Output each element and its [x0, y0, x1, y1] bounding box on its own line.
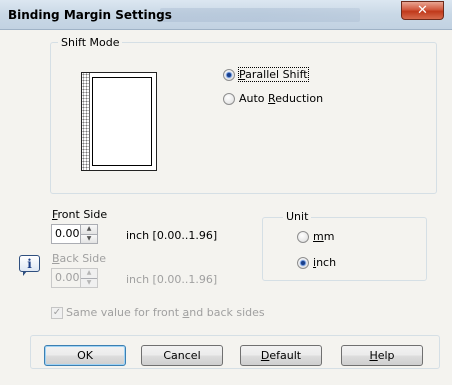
- same-value-checkbox: ✓ Same value for front and back sides: [51, 306, 265, 319]
- back-side-label: Back Side: [52, 252, 106, 265]
- title-bar: Binding Margin Settings ✕: [0, 0, 452, 30]
- radio-auto-reduction[interactable]: Auto Reduction: [223, 92, 323, 105]
- back-side-spinner: 0.00 ▲ ▼: [51, 268, 98, 288]
- default-button[interactable]: Default: [240, 345, 322, 366]
- radio-button-icon[interactable]: [223, 68, 235, 81]
- front-side-range: inch [0.00..1.96]: [126, 229, 218, 242]
- window-title: Binding Margin Settings: [8, 8, 172, 22]
- spin-up-icon: ▲: [81, 269, 97, 279]
- ok-button[interactable]: OK: [44, 345, 126, 366]
- front-side-spinner[interactable]: 0.00 ▲ ▼: [51, 224, 98, 244]
- background-window-ghost: [160, 8, 360, 22]
- back-side-spin-arrows: ▲ ▼: [81, 268, 98, 288]
- back-side-range: inch [0.00..1.96]: [126, 273, 218, 286]
- spin-down-icon: ▼: [81, 278, 97, 287]
- page-inner: [92, 77, 152, 166]
- spin-up-icon[interactable]: ▲: [81, 225, 97, 235]
- radio-parallel-shift-label: Parallel Shift: [238, 67, 309, 82]
- help-button[interactable]: Help: [341, 345, 423, 366]
- radio-button-icon[interactable]: [297, 230, 309, 243]
- front-side-label: Front Side: [52, 208, 108, 221]
- close-button[interactable]: ✕: [401, 1, 444, 20]
- spin-down-icon[interactable]: ▼: [81, 234, 97, 243]
- unit-group: [262, 217, 427, 281]
- cancel-button[interactable]: Cancel: [141, 345, 223, 366]
- front-side-spin-arrows[interactable]: ▲ ▼: [81, 224, 98, 244]
- radio-button-icon[interactable]: [297, 256, 309, 269]
- page-preview-image: [81, 72, 157, 171]
- binding-edge: [82, 73, 90, 170]
- radio-unit-inch-label: inch: [313, 256, 337, 269]
- radio-unit-mm-label: mm: [313, 230, 335, 243]
- info-icon: i: [19, 255, 40, 276]
- shift-mode-legend: Shift Mode: [58, 36, 123, 49]
- front-side-input[interactable]: 0.00: [51, 224, 81, 244]
- close-icon: ✕: [417, 3, 428, 18]
- back-side-input: 0.00: [51, 268, 81, 288]
- radio-unit-mm[interactable]: mm: [297, 230, 334, 243]
- unit-legend: Unit: [283, 210, 312, 223]
- radio-unit-inch[interactable]: inch: [297, 256, 336, 269]
- radio-auto-reduction-label: Auto Reduction: [239, 92, 324, 105]
- dialog-client: Shift Mode Parallel Shift Auto Reduction…: [0, 30, 452, 385]
- checkmark-icon: ✓: [51, 306, 63, 319]
- radio-button-icon[interactable]: [223, 92, 235, 105]
- radio-parallel-shift[interactable]: Parallel Shift: [223, 67, 309, 82]
- same-value-label: Same value for front and back sides: [66, 306, 265, 319]
